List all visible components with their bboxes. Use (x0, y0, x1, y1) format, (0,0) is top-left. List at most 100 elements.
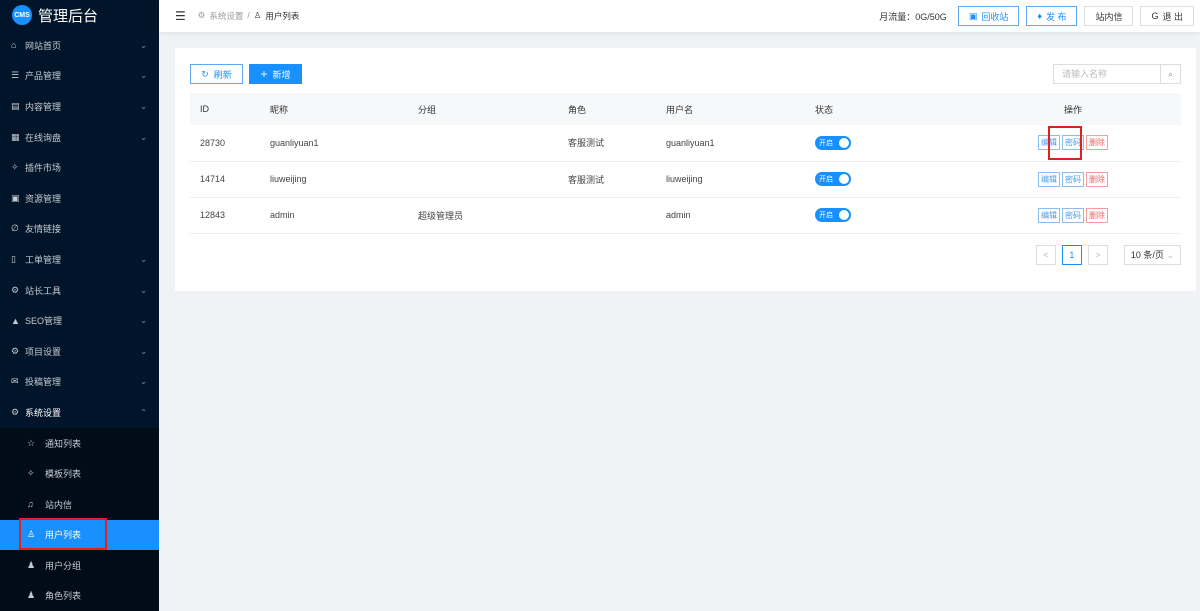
publish-button[interactable]: ♦ 发 布 (1026, 6, 1078, 26)
cell-id: 28730 (190, 125, 270, 162)
sidebar-item[interactable]: ▲ SEO管理 ⌄ (0, 305, 159, 336)
sidebar-item[interactable]: ⌂ 网站首页 ⌄ (0, 30, 159, 61)
column-header: 状态 (815, 93, 965, 125)
grid-icon: ▣ (11, 192, 20, 203)
content-icon: ▤ (11, 100, 20, 111)
submenu-item[interactable]: ✧ 模板列表 (0, 458, 159, 489)
sidebar-item-label: 系统设置 (25, 407, 62, 418)
logo-badge: CMS (12, 5, 32, 25)
sidebar-item-label: 插件市场 (25, 163, 62, 174)
chevron-down-icon: ⌄ (140, 346, 147, 356)
chevron-down-icon: ⌄ (1166, 250, 1174, 260)
cell-role (568, 197, 666, 234)
chevron-down-icon: ⌄ (140, 285, 147, 295)
page-1-button[interactable]: 1 (1061, 245, 1082, 265)
status-label: 开启 (819, 176, 833, 183)
menu-fold-icon[interactable]: ☰ (175, 9, 186, 23)
chevron-down-icon: ⌄ (140, 40, 147, 50)
column-header: 昵称 (270, 93, 418, 125)
submenu-item-label: 站内信 (45, 499, 73, 510)
recycle-button[interactable]: ▣ 回收站 (957, 6, 1020, 26)
user-list-card: ↻ 刷新 + 新增 请输入名称 ⌕ ID 昵称 分组 角色 用户名 状态 操作 28730 gu… (175, 48, 1196, 291)
cell-role: 客服测试 (568, 125, 666, 162)
sidebar-item[interactable]: ⚙ 站长工具 ⌄ (0, 275, 159, 306)
add-button[interactable]: + 新增 (249, 64, 302, 84)
messages-button[interactable]: 站内信 (1084, 6, 1134, 26)
submenu-item[interactable]: ♫ 站内信 (0, 489, 159, 520)
status-toggle[interactable]: 开启 (815, 172, 851, 186)
sidebar-item-label: 友情链接 (25, 224, 62, 235)
refresh-button[interactable]: ↻ 刷新 (190, 64, 243, 84)
star-icon: ☆ (27, 437, 36, 448)
delete-button[interactable]: 删除 (1086, 171, 1108, 187)
refresh-icon: ↻ (201, 68, 209, 79)
header: ☰ ⚙ 系统设置 / ♙ 用户列表 月流量：0G/50G ▣ 回收站 ♦ 发 布 站… (159, 0, 1200, 32)
highlight-box (19, 518, 107, 550)
edit-button[interactable]: 编辑 (1038, 207, 1060, 223)
warning-icon: ▲ (11, 315, 20, 326)
submenu-item[interactable]: ♟ 角色列表 (0, 581, 159, 611)
bell-icon: ♫ (27, 499, 34, 510)
sidebar-item[interactable]: ☰ 产品管理 ⌄ (0, 61, 159, 92)
cell-nickname: admin (270, 197, 418, 234)
column-header: 用户名 (666, 93, 815, 125)
search-box: 请输入名称 ⌕ (1053, 64, 1181, 84)
sidebar-item-label: 工单管理 (25, 254, 62, 265)
column-header: ID (190, 93, 270, 125)
logo[interactable]: CMS 管理后台 (0, 0, 159, 30)
password-button[interactable]: 密码 (1062, 171, 1084, 187)
delete-button[interactable]: 删除 (1086, 135, 1108, 151)
submenu-item-label: 角色列表 (45, 591, 82, 602)
delete-button[interactable]: 删除 (1086, 207, 1108, 223)
traffic-text: 月流量：0G/50G (879, 11, 947, 22)
sidebar-item-label: 产品管理 (25, 71, 62, 82)
link-icon: ∅ (11, 223, 19, 234)
next-page-button[interactable]: > (1087, 245, 1108, 265)
sidebar-item-label: 网站首页 (25, 40, 62, 51)
table-row: 14714 liuweijing 客服测试 liuweijing 开启 编辑 密码… (190, 161, 1181, 198)
prev-page-button[interactable]: < (1035, 245, 1056, 265)
status-toggle[interactable]: 开启 (815, 135, 851, 150)
page-size-select[interactable]: 10 条/页 ⌄ (1123, 245, 1181, 265)
sidebar-item[interactable]: ✉ 投稿管理 ⌄ (0, 367, 159, 398)
sidebar-item[interactable]: ▣ 资源管理 (0, 183, 159, 214)
list-icon: ☰ (11, 70, 20, 81)
chevron-down-icon: ⌄ (140, 71, 147, 81)
chevron-down-icon: ⌄ (140, 377, 147, 387)
ticket-icon: ▯ (11, 253, 16, 264)
sidebar-item[interactable]: ⚙ 项目设置 ⌄ (0, 336, 159, 367)
sidebar-item[interactable]: ▯ 工单管理 ⌄ (0, 244, 159, 275)
logout-button[interactable]: G退 出 (1140, 6, 1194, 26)
status-toggle[interactable]: 开启 (815, 208, 851, 222)
sidebar-item-label: 项目设置 (25, 346, 62, 357)
sidebar-item[interactable]: ✧ 插件市场 (0, 152, 159, 183)
chevron-down-icon: ⌄ (140, 316, 147, 326)
users-icon: ♟ (27, 559, 36, 570)
sidebar-item-label: 投稿管理 (25, 377, 62, 388)
sidebar-item[interactable]: ▤ 内容管理 ⌄ (0, 91, 159, 122)
chevron-down-icon: ⌄ (140, 101, 147, 111)
sidebar-item[interactable]: ▦ 在线询盘 ⌄ (0, 122, 159, 153)
cell-username: liuweijing (666, 161, 815, 198)
search-icon[interactable]: ⌕ (1160, 65, 1180, 83)
cell-username: admin (666, 197, 815, 234)
page-size-label: 10 条/页 (1130, 250, 1164, 260)
app-title: 管理后台 (38, 7, 99, 25)
chevron-down-icon: ⌄ (140, 132, 147, 142)
table-row: 28730 guanliyuan1 客服测试 guanliyuan1 开启 编辑… (190, 125, 1181, 162)
logout-label: 退 出 (1162, 11, 1183, 22)
cell-username: guanliyuan1 (666, 125, 815, 162)
submenu-item[interactable]: ☆ 通知列表 (0, 428, 159, 459)
logout-icon: G (1151, 11, 1159, 21)
chevron-up-icon: ⌃ (140, 407, 147, 417)
sidebar-item[interactable]: ∅ 友情链接 (0, 214, 159, 245)
password-button[interactable]: 密码 (1062, 207, 1084, 223)
rocket-icon: ♦ (1037, 11, 1042, 21)
submenu-item[interactable]: ♟ 用户分组 (0, 550, 159, 581)
sidebar-item[interactable]: ⚙ 系统设置 ⌃ (0, 397, 159, 428)
add-label: 新增 (272, 69, 291, 80)
cell-group (418, 125, 568, 162)
breadcrumb-parent[interactable]: 系统设置 (209, 10, 243, 22)
search-input[interactable]: 请输入名称 (1054, 65, 1160, 83)
edit-button[interactable]: 编辑 (1038, 171, 1060, 187)
